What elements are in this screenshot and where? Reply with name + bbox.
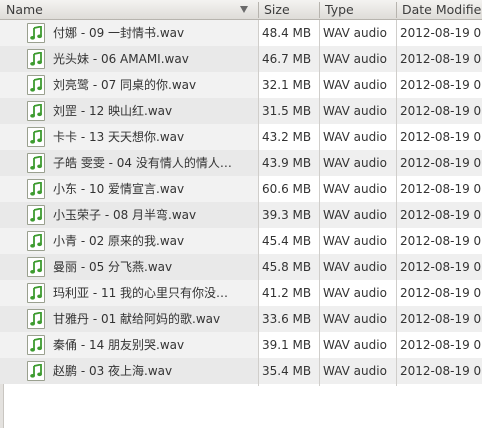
- file-size: 39.1 MB: [262, 338, 312, 352]
- file-size: 43.2 MB: [262, 130, 312, 144]
- file-name: 光头妹 - 06 AMAMI.wav: [53, 52, 189, 66]
- column-header-size[interactable]: Size: [258, 0, 319, 19]
- file-row[interactable]: 赵鹏 - 03 夜上海.wav 35.4 MB WAV audio 2012-08-1…: [0, 358, 482, 384]
- file-date-modified: 2012-08-19 0: [400, 78, 482, 92]
- file-name: 刘罡 - 12 映山红.wav: [53, 104, 173, 118]
- file-date-modified: 2012-08-19 0: [400, 234, 482, 248]
- file-name: 付娜 - 09 一封情书.wav: [53, 26, 185, 40]
- file-type: WAV audio: [323, 312, 387, 326]
- file-date-modified: 2012-08-19 0: [400, 156, 482, 170]
- file-name: 小青 - 02 原来的我.wav: [53, 234, 185, 248]
- audio-file-icon: [27, 75, 45, 95]
- file-size: 45.8 MB: [262, 260, 312, 274]
- file-row[interactable]: 曼丽 - 05 分飞燕.wav 45.8 MB WAV audio 2012-08-1…: [0, 254, 482, 280]
- file-size: 60.6 MB: [262, 182, 312, 196]
- file-row[interactable]: 小东 - 10 爱情宣言.wav 60.6 MB WAV audio 2012-08-…: [0, 176, 482, 202]
- audio-file-icon: [27, 127, 45, 147]
- file-date-modified: 2012-08-19 0: [400, 260, 482, 274]
- column-grid-line: [319, 20, 320, 386]
- file-type: WAV audio: [323, 78, 387, 92]
- audio-file-icon: [27, 361, 45, 381]
- file-size: 48.4 MB: [262, 26, 312, 40]
- file-date-modified: 2012-08-19 0: [400, 312, 482, 326]
- file-size: 45.4 MB: [262, 234, 312, 248]
- file-row[interactable]: 秦俑 - 14 朋友别哭.wav 39.1 MB WAV audio 2012-08-…: [0, 332, 482, 358]
- file-row[interactable]: 刘亮鹭 - 07 同桌的你.wav 32.1 MB WAV audio 2012-08…: [0, 72, 482, 98]
- file-size: 41.2 MB: [262, 286, 312, 300]
- audio-file-icon: [27, 335, 45, 355]
- column-header-type[interactable]: Type: [319, 0, 396, 19]
- file-size: 35.4 MB: [262, 364, 312, 378]
- file-size: 39.3 MB: [262, 208, 312, 222]
- file-size: 32.1 MB: [262, 78, 312, 92]
- audio-file-icon: [27, 231, 45, 251]
- file-type: WAV audio: [323, 26, 387, 40]
- file-date-modified: 2012-08-19 0: [400, 104, 482, 118]
- file-type: WAV audio: [323, 286, 387, 300]
- file-type: WAV audio: [323, 234, 387, 248]
- audio-file-icon: [27, 205, 45, 225]
- column-header-date-modified[interactable]: Date Modifie: [396, 0, 482, 19]
- audio-file-icon: [27, 23, 45, 43]
- file-date-modified: 2012-08-19 0: [400, 182, 482, 196]
- file-name: 刘亮鹭 - 07 同桌的你.wav: [53, 78, 197, 92]
- file-row[interactable]: 付娜 - 09 一封情书.wav 48.4 MB WAV audio 2012-08-…: [0, 20, 482, 46]
- file-row[interactable]: 卡卡 - 13 天天想你.wav 43.2 MB WAV audio 2012-08-…: [0, 124, 482, 150]
- file-date-modified: 2012-08-19 0: [400, 52, 482, 66]
- file-list-view: Name Size Type Date Modifie 付娜 - 09 一封情书…: [0, 0, 482, 428]
- file-type: WAV audio: [323, 156, 387, 170]
- file-row[interactable]: 甘雅丹 - 01 献给阿妈的歌.wav 33.6 MB WAV audio 2012-…: [0, 306, 482, 332]
- file-size: 33.6 MB: [262, 312, 312, 326]
- column-header-bar: Name Size Type Date Modifie: [0, 0, 482, 20]
- file-row[interactable]: 玛利亚 - 11 我的心里只有你没… 41.2 MB WAV audio 2012-0…: [0, 280, 482, 306]
- audio-file-icon: [27, 257, 45, 277]
- file-name: 子皓 雯雯 - 04 没有情人的情人…: [53, 156, 232, 170]
- column-grid-line: [396, 20, 397, 386]
- file-type: WAV audio: [323, 364, 387, 378]
- file-name: 赵鹏 - 03 夜上海.wav: [53, 364, 173, 378]
- file-row[interactable]: 小青 - 02 原来的我.wav 45.4 MB WAV audio 2012-08-…: [0, 228, 482, 254]
- file-name: 小东 - 10 爱情宣言.wav: [53, 182, 185, 196]
- file-date-modified: 2012-08-19 0: [400, 130, 482, 144]
- file-name: 甘雅丹 - 01 献给阿妈的歌.wav: [53, 312, 221, 326]
- file-row[interactable]: 小玉荣子 - 08 月半弯.wav 39.3 MB WAV audio 2012-08…: [0, 202, 482, 228]
- file-type: WAV audio: [323, 130, 387, 144]
- file-type: WAV audio: [323, 208, 387, 222]
- file-row[interactable]: 刘罡 - 12 映山红.wav 31.5 MB WAV audio 2012-08-1…: [0, 98, 482, 124]
- audio-file-icon: [27, 179, 45, 199]
- file-type: WAV audio: [323, 52, 387, 66]
- file-type: WAV audio: [323, 260, 387, 274]
- sort-descending-icon: [240, 6, 248, 13]
- file-row[interactable]: 光头妹 - 06 AMAMI.wav 46.7 MB WAV audio 2012-0…: [0, 46, 482, 72]
- audio-file-icon: [27, 101, 45, 121]
- file-name: 曼丽 - 05 分飞燕.wav: [53, 260, 173, 274]
- audio-file-icon: [27, 283, 45, 303]
- file-date-modified: 2012-08-19 0: [400, 286, 482, 300]
- file-type: WAV audio: [323, 104, 387, 118]
- file-name: 小玉荣子 - 08 月半弯.wav: [53, 208, 197, 222]
- file-name: 玛利亚 - 11 我的心里只有你没…: [53, 286, 229, 300]
- audio-file-icon: [27, 153, 45, 173]
- column-grid-line: [258, 20, 259, 386]
- audio-file-icon: [27, 309, 45, 329]
- file-date-modified: 2012-08-19 0: [400, 208, 482, 222]
- file-type: WAV audio: [323, 338, 387, 352]
- file-row[interactable]: 子皓 雯雯 - 04 没有情人的情人… 43.9 MB WAV audio 2012-…: [0, 150, 482, 176]
- file-type: WAV audio: [323, 182, 387, 196]
- file-name: 卡卡 - 13 天天想你.wav: [53, 130, 185, 144]
- file-name: 秦俑 - 14 朋友别哭.wav: [53, 338, 185, 352]
- audio-file-icon: [27, 49, 45, 69]
- file-date-modified: 2012-08-19 0: [400, 26, 482, 40]
- file-date-modified: 2012-08-19 0: [400, 364, 482, 378]
- file-size: 46.7 MB: [262, 52, 312, 66]
- file-size: 43.9 MB: [262, 156, 312, 170]
- file-date-modified: 2012-08-19 0: [400, 338, 482, 352]
- file-size: 31.5 MB: [262, 104, 312, 118]
- column-header-name[interactable]: Name: [0, 0, 258, 19]
